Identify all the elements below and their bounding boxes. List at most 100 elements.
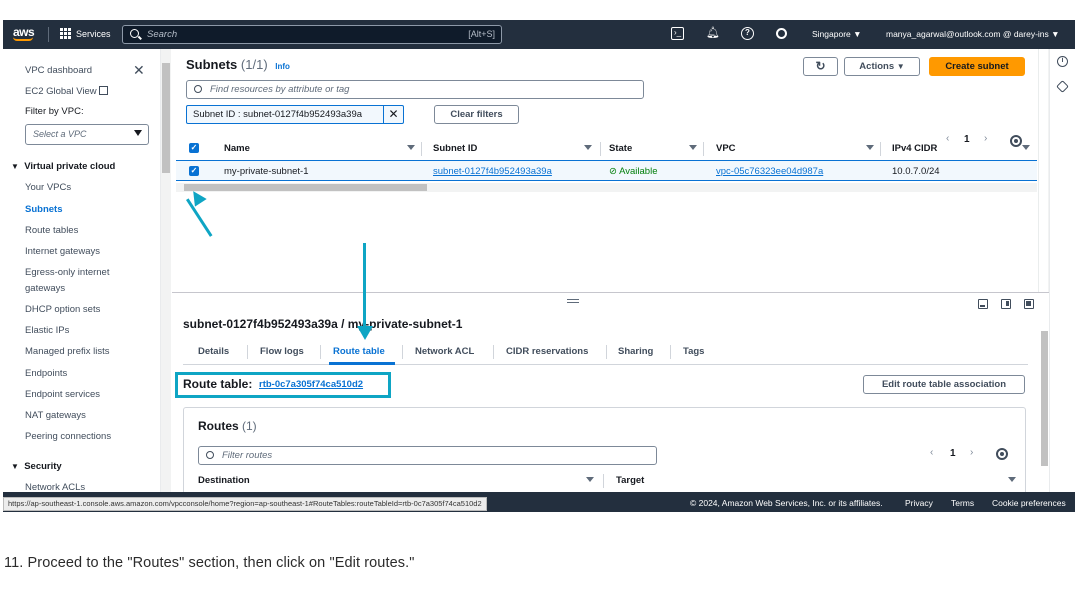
- status-bar-url: https://ap-southeast-1.console.aws.amazo…: [3, 497, 487, 511]
- subnets-panel: Subnets (1/1) Info ↻ Actions ▼ Create su…: [172, 49, 1039, 292]
- panel-side-icon[interactable]: [1001, 299, 1011, 309]
- find-resources-input[interactable]: Find resources by attribute or tag: [186, 80, 644, 99]
- cloudshell-icon[interactable]: ›_: [671, 27, 684, 40]
- preferences-gear-icon[interactable]: [996, 448, 1008, 460]
- edit-route-table-association-button[interactable]: Edit route table association: [863, 375, 1025, 394]
- sidebar-scroll-thumb[interactable]: [162, 63, 170, 173]
- sidebar-item-egress-only-gateways-line2[interactable]: gateways: [25, 283, 65, 294]
- clear-filters-button[interactable]: Clear filters: [434, 105, 519, 124]
- cookie-preferences-link[interactable]: Cookie preferences: [992, 498, 1066, 508]
- col-state[interactable]: State: [609, 143, 632, 154]
- col-ipv4-cidr[interactable]: IPv4 CIDR: [892, 143, 937, 154]
- sort-caret-icon[interactable]: [1008, 477, 1016, 482]
- tab-route-table[interactable]: Route table: [333, 346, 385, 357]
- table-scroll-thumb[interactable]: [184, 184, 427, 191]
- col-destination[interactable]: Destination: [198, 475, 250, 486]
- sidebar-item-ec2-global-view[interactable]: EC2 Global View: [25, 86, 109, 97]
- tab-details[interactable]: Details: [198, 346, 229, 357]
- row-checkbox[interactable]: ✓: [189, 166, 199, 176]
- col-name[interactable]: Name: [224, 143, 250, 154]
- sort-caret-icon[interactable]: [866, 145, 874, 150]
- tab-flow-logs[interactable]: Flow logs: [260, 346, 304, 357]
- next-page-icon[interactable]: ›: [970, 447, 973, 458]
- tab-cidr-reservations[interactable]: CIDR reservations: [506, 346, 588, 357]
- annotation-arrow-route-table: [363, 243, 366, 328]
- sidebar-item-managed-prefix-lists[interactable]: Managed prefix lists: [25, 346, 109, 357]
- sidebar-item-subnets[interactable]: Subnets: [25, 204, 62, 215]
- search-placeholder: Search: [147, 29, 178, 40]
- sidebar-item-egress-only-gateways[interactable]: Egress-only internet: [25, 267, 109, 278]
- refresh-button[interactable]: ↻: [803, 57, 838, 76]
- sidebar-item-vpc-dashboard[interactable]: VPC dashboard: [25, 65, 92, 76]
- tab-sharing[interactable]: Sharing: [618, 346, 653, 357]
- state-label: Available: [619, 166, 658, 177]
- search-icon: [130, 29, 139, 38]
- sidebar-item-your-vpcs[interactable]: Your VPCs: [25, 182, 71, 193]
- section-virtual-private-cloud[interactable]: ▼ Virtual private cloud: [11, 161, 115, 172]
- sidebar-item-dhcp-option-sets[interactable]: DHCP option sets: [25, 304, 100, 315]
- sidebar-item-nat-gateways[interactable]: NAT gateways: [25, 410, 86, 421]
- col-vpc[interactable]: VPC: [716, 143, 736, 154]
- notifications-bell-icon[interactable]: 🔔︎: [706, 27, 720, 40]
- current-page[interactable]: 1: [950, 448, 956, 459]
- section-security[interactable]: ▼ Security: [11, 461, 62, 472]
- search-shortcut: [Alt+S]: [468, 29, 495, 39]
- help-icon[interactable]: ?: [741, 27, 754, 40]
- create-subnet-button[interactable]: Create subnet: [929, 57, 1025, 76]
- panel-bottom-icon[interactable]: [978, 299, 988, 309]
- sidebar-item-internet-gateways[interactable]: Internet gateways: [25, 246, 100, 257]
- info-link[interactable]: Info: [275, 62, 290, 71]
- settings-gear-icon[interactable]: [776, 28, 787, 39]
- account-menu[interactable]: manya_agarwal@outlook.com @ darey-ins ▼: [886, 29, 1060, 39]
- sidebar-item-endpoints[interactable]: Endpoints: [25, 368, 67, 379]
- bottom-scroll-thumb[interactable]: [1041, 331, 1048, 466]
- sort-caret-icon[interactable]: [407, 145, 415, 150]
- select-all-checkbox[interactable]: ✓: [189, 143, 199, 153]
- panel-full-icon[interactable]: [1024, 299, 1034, 309]
- privacy-link[interactable]: Privacy: [905, 498, 933, 508]
- actions-label: Actions: [859, 61, 895, 72]
- top-panel-scrollbar[interactable]: [1038, 49, 1048, 292]
- filter-routes-input[interactable]: Filter routes: [198, 446, 657, 465]
- sidebar-item-route-tables[interactable]: Route tables: [25, 225, 78, 236]
- copyright-text: © 2024, Amazon Web Services, Inc. or its…: [690, 498, 883, 508]
- sidebar-item-peering-connections[interactable]: Peering connections: [25, 431, 111, 442]
- routes-title: Routes: [198, 419, 239, 433]
- cell-state: ⊘ Available: [609, 166, 657, 177]
- col-subnet-id[interactable]: Subnet ID: [433, 143, 477, 154]
- feedback-icon[interactable]: [1056, 80, 1069, 93]
- terms-link[interactable]: Terms: [951, 498, 974, 508]
- resize-handle-icon[interactable]: [567, 299, 579, 303]
- cell-cidr: 10.0.7.0/24: [892, 166, 940, 177]
- sidebar-item-endpoint-services[interactable]: Endpoint services: [25, 389, 100, 400]
- services-menu-button[interactable]: Services: [60, 28, 111, 39]
- detail-tabs: Details Flow logs Route table Network AC…: [183, 339, 1028, 365]
- table-horizontal-scrollbar[interactable]: [176, 183, 1037, 192]
- instruction-caption: 11. Proceed to the "Routes" section, the…: [4, 555, 415, 571]
- col-target[interactable]: Target: [616, 475, 644, 486]
- remove-filter-icon[interactable]: ✕: [383, 106, 403, 123]
- cell-subnet-id-link[interactable]: subnet-0127f4b952493a39a: [433, 166, 552, 177]
- actions-dropdown[interactable]: Actions ▼: [844, 57, 920, 76]
- sort-caret-icon[interactable]: [689, 145, 697, 150]
- sort-caret-icon[interactable]: [584, 145, 592, 150]
- close-sidebar-icon[interactable]: ✕: [133, 62, 145, 79]
- bottom-panel-scrollbar[interactable]: [1039, 293, 1049, 498]
- global-search-input[interactable]: Search [Alt+S]: [122, 25, 502, 44]
- prev-page-icon[interactable]: ‹: [930, 447, 933, 458]
- find-placeholder: Find resources by attribute or tag: [210, 84, 350, 95]
- sidebar-item-elastic-ips[interactable]: Elastic IPs: [25, 325, 69, 336]
- sort-caret-icon[interactable]: [1022, 145, 1030, 150]
- table-row[interactable]: ✓ my-private-subnet-1 subnet-0127f4b9524…: [176, 160, 1037, 181]
- tab-network-acl[interactable]: Network ACL: [415, 346, 474, 357]
- sidebar-scrollbar[interactable]: [161, 49, 171, 498]
- cell-vpc-link[interactable]: vpc-05c76323ee04d987a: [716, 166, 823, 177]
- region-selector[interactable]: Singapore ▼: [812, 29, 862, 39]
- tab-divider: [493, 345, 494, 359]
- aws-logo[interactable]: aws: [13, 25, 35, 41]
- utility-bar: i: [1049, 49, 1075, 498]
- sort-caret-icon[interactable]: [586, 477, 594, 482]
- tab-tags[interactable]: Tags: [683, 346, 704, 357]
- select-vpc-dropdown[interactable]: Select a VPC: [25, 124, 149, 145]
- info-panel-icon[interactable]: i: [1057, 56, 1068, 67]
